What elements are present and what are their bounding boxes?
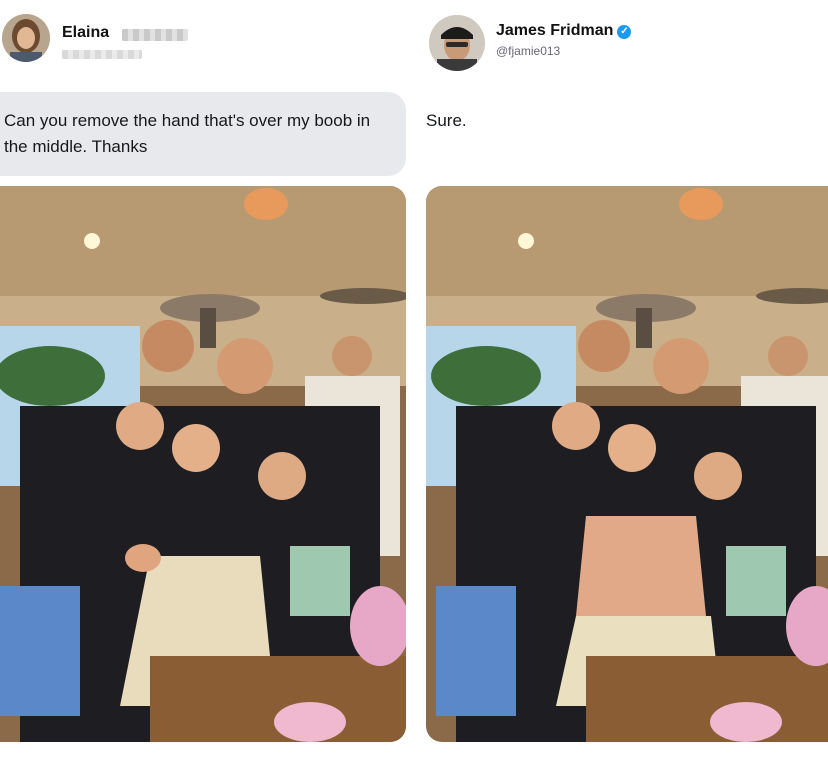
original-photo[interactable] [0,186,406,742]
request-header: Elaina [0,12,414,72]
request-message-bubble: Can you remove the hand that's over my b… [0,92,406,176]
request-tweet: Elaina Can you remove the hand that's ov… [0,0,414,773]
request-author-name[interactable]: Elaina [62,24,109,42]
response-message-text: Sure. [426,111,467,130]
response-tweet: James Fridman ✓ @fjamie013 Sure. [414,0,828,773]
response-header: James Fridman ✓ @fjamie013 [414,12,828,72]
redacted-username-blur [62,50,142,59]
verified-badge-icon: ✓ [617,25,632,39]
request-message-text: Can you remove the hand that's over my b… [4,111,371,156]
edited-photo[interactable] [426,186,828,742]
redacted-handle-blur [122,29,188,41]
response-author-handle[interactable]: @fjamie013 [496,44,560,58]
response-avatar[interactable] [429,15,485,71]
request-avatar[interactable] [2,14,50,62]
response-author-name[interactable]: James Fridman ✓ [496,22,632,40]
